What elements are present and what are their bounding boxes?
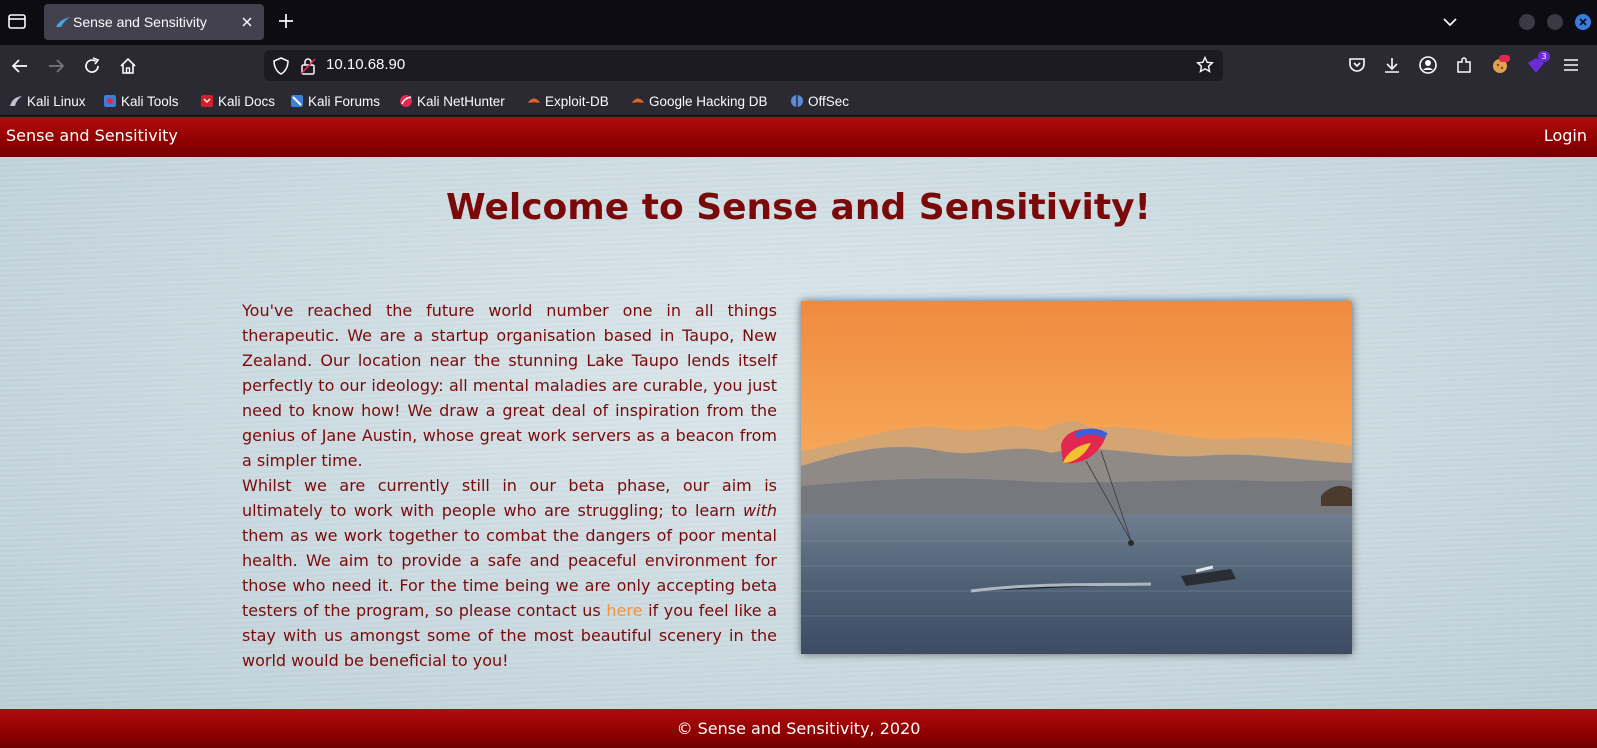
hamburger-menu-icon[interactable] <box>1561 55 1581 75</box>
url-text: 10.10.68.90 <box>326 56 406 73</box>
bookmark-offsec[interactable]: OffSec <box>790 92 849 110</box>
browser-navigation-bar: 10.10.68.90 3 <box>0 45 1597 86</box>
kali-docs-icon <box>201 95 213 107</box>
google-hacking-db-icon <box>632 98 644 103</box>
kali-dragon-icon <box>10 96 22 106</box>
bookmark-kali-nethunter[interactable]: Kali NetHunter <box>399 92 505 110</box>
lake-taupo-parasailing-photo <box>801 301 1352 654</box>
back-arrow-icon[interactable] <box>10 56 30 76</box>
page-content: Sense and Sensitivity Login Welcome to S… <box>0 117 1597 748</box>
bookmark-google-hacking-db[interactable]: Google Hacking DB <box>631 92 768 110</box>
extensions-puzzle-icon[interactable] <box>1454 55 1474 75</box>
tracking-protection-shield-icon[interactable] <box>272 57 290 75</box>
kali-nethunter-icon <box>400 95 412 107</box>
exploit-db-icon <box>528 98 540 103</box>
site-header: Sense and Sensitivity Login <box>0 117 1597 157</box>
home-icon[interactable] <box>118 56 138 76</box>
close-tab-icon[interactable] <box>239 14 255 30</box>
extension-with-badge-icon[interactable]: 3 <box>1526 51 1550 75</box>
bookmark-kali-forums[interactable]: Kali Forums <box>290 92 380 110</box>
maximize-window-button[interactable] <box>1547 14 1563 30</box>
tab-title: Sense and Sensitivity <box>73 14 207 30</box>
extension-badge: 3 <box>1538 51 1550 62</box>
bookmarks-toolbar: Kali Linux Kali Tools Kali Docs Kali For… <box>0 86 1597 116</box>
kali-tools-icon <box>104 95 116 107</box>
minimize-window-button[interactable] <box>1519 14 1535 30</box>
cookie-extension-icon[interactable] <box>1490 55 1510 75</box>
aim-paragraph: Whilst we are currently still in our bet… <box>242 476 778 670</box>
insecure-lock-icon[interactable] <box>300 57 316 75</box>
bookmark-kali-docs[interactable]: Kali Docs <box>200 92 275 110</box>
login-link[interactable]: Login <box>1544 126 1587 145</box>
kali-forums-icon <box>291 95 303 107</box>
emphasis-text: with <box>743 501 777 520</box>
site-brand[interactable]: Sense and Sensitivity <box>6 126 178 145</box>
offsec-icon <box>791 95 803 107</box>
contact-here-link[interactable]: here <box>606 601 642 620</box>
bookmark-star-icon[interactable] <box>1196 56 1214 74</box>
bookmark-kali-linux[interactable]: Kali Linux <box>9 92 86 110</box>
address-bar[interactable]: 10.10.68.90 <box>264 50 1223 81</box>
active-tab[interactable]: Sense and Sensitivity <box>44 4 264 40</box>
close-window-button[interactable] <box>1575 14 1591 30</box>
intro-paragraph: You've reached the future world number o… <box>242 301 777 470</box>
tab-list-icon[interactable] <box>7 11 27 31</box>
site-footer: © Sense and Sensitivity, 2020 <box>0 709 1597 748</box>
reload-icon[interactable] <box>82 56 102 76</box>
page-title: Welcome to Sense and Sensitivity! <box>446 187 1151 228</box>
bookmark-kali-tools[interactable]: Kali Tools <box>103 92 179 110</box>
forward-arrow-icon[interactable] <box>46 56 66 76</box>
chevron-down-icon[interactable] <box>1442 14 1458 30</box>
browser-tab-bar: Sense and Sensitivity <box>0 0 1597 45</box>
intro-text: You've reached the future world number o… <box>242 298 777 673</box>
dragon-favicon-icon <box>56 17 70 27</box>
bookmark-exploit-db[interactable]: Exploit-DB <box>527 92 609 110</box>
copyright-text: © Sense and Sensitivity, 2020 <box>676 719 921 738</box>
pocket-icon[interactable] <box>1347 55 1367 75</box>
new-tab-plus-icon[interactable] <box>277 12 295 30</box>
download-icon[interactable] <box>1382 55 1402 75</box>
account-icon[interactable] <box>1418 55 1438 75</box>
